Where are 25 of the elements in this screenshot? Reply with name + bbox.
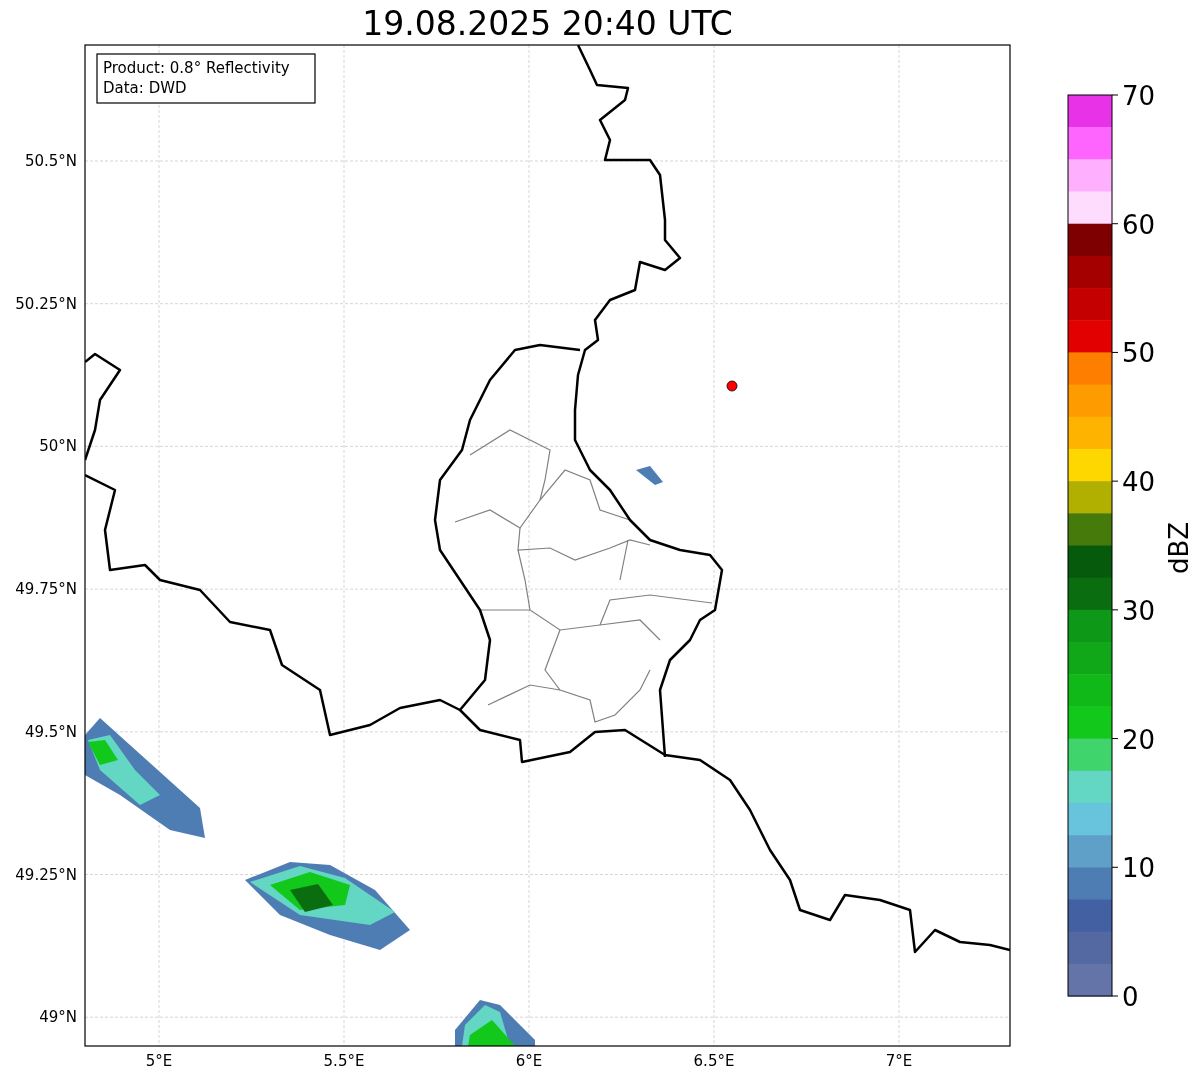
info-text: Data: DWD <box>103 79 187 97</box>
longitude-label: 6°E <box>515 1052 543 1070</box>
colorbar-tick-label: 0 <box>1122 982 1139 1012</box>
chart-title: 19.08.2025 20:40 UTC <box>361 4 734 44</box>
longitude-label: 7°E <box>885 1052 913 1070</box>
colorbar-tick-label: 40 <box>1122 467 1156 498</box>
latitude-label: 50.25°N <box>15 294 77 313</box>
latitude-label: 49°N <box>39 1008 77 1027</box>
longitude-label: 5°E <box>145 1052 173 1070</box>
colorbar-label: dBZ <box>1164 521 1194 575</box>
radar-site-icon <box>726 380 738 392</box>
colorbar-tick-label: 50 <box>1122 338 1156 369</box>
colorbar-tick-label: 30 <box>1122 595 1156 626</box>
latitude-label: 49.5°N <box>24 722 77 741</box>
latitude-label: 50°N <box>39 437 77 456</box>
colorbar-tick-label: 10 <box>1122 853 1156 884</box>
colorbar-tick-label: 60 <box>1122 209 1156 240</box>
longitude-label: 5.5°E <box>323 1052 365 1070</box>
colorbar-tick-label: 20 <box>1122 724 1156 755</box>
latitude-label: 49.75°N <box>15 580 77 599</box>
latitude-label: 49.25°N <box>15 865 77 884</box>
longitude-label: 6.5°E <box>693 1052 735 1070</box>
info-text: Product: 0.8° Reflectivity <box>103 59 290 77</box>
latitude-label: 50.5°N <box>24 152 77 170</box>
colorbar-tick-label: 70 <box>1122 81 1156 111</box>
